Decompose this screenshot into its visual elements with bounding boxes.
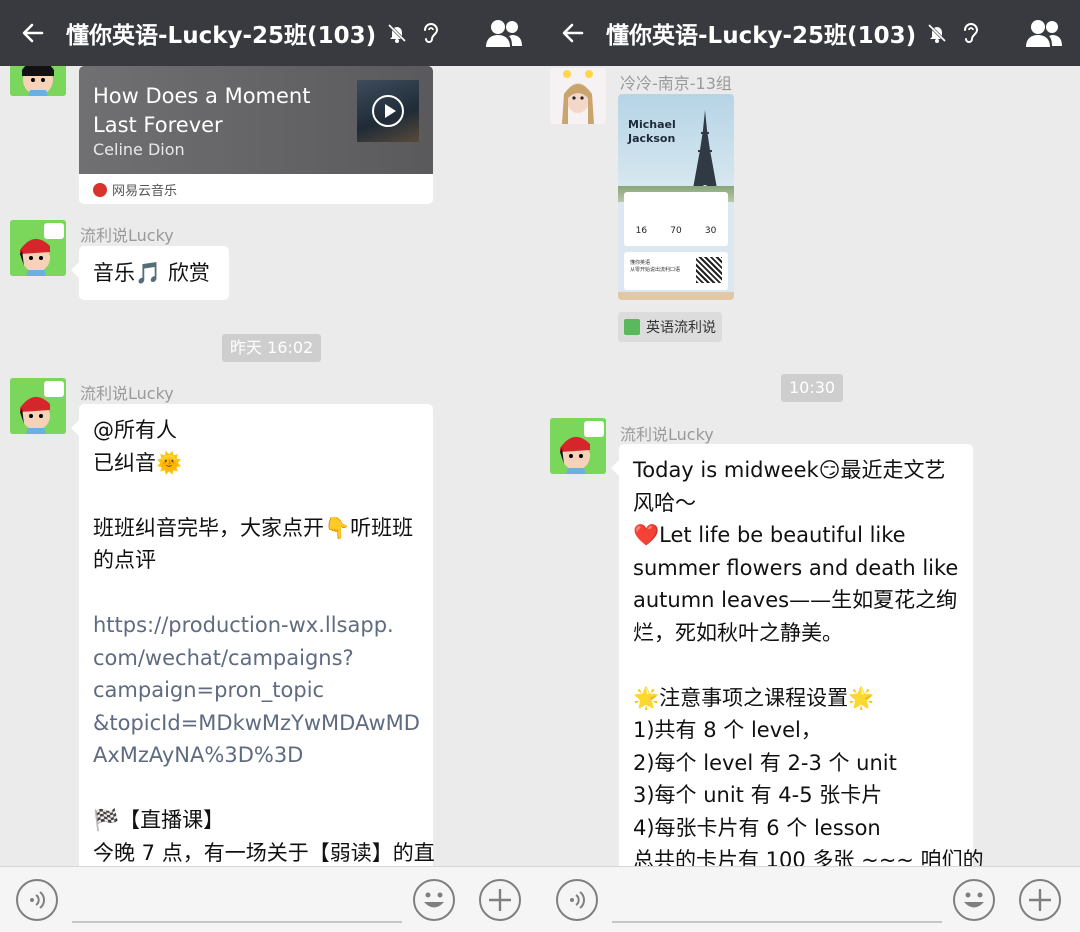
members-button[interactable] [1024,16,1064,50]
back-button[interactable] [540,0,606,66]
message-line: 4)每张卡片有 6 个 lesson [633,815,881,840]
chat-pane-left: 懂你英语-Lucky-25班(103) How Does a Moment La… [0,0,540,932]
input-bar [540,866,1080,932]
avatar[interactable] [550,418,606,474]
avatar[interactable] [10,66,66,96]
music-title: How Does a Moment Last Forever [93,84,311,137]
message-line: ❤️Let life be beautiful like [633,523,906,547]
netease-icon [93,182,107,197]
emoji-button[interactable] [953,879,995,921]
ear-icon [418,20,444,46]
message-line: 🏁【直播课】 [93,808,225,832]
message-list: 冷冷-南京-13组 Michael Jackson 16 70 30 懂你英语 … [540,66,1080,866]
link-line[interactable]: campaign=pron_topic [93,674,419,707]
sender-name: 冷冷-南京-13组 [620,74,732,93]
message-list: How Does a Moment Last Forever Celine Di… [0,66,540,866]
link-line[interactable]: AxMzAyNA%3D%3D [93,739,419,772]
back-button[interactable] [0,0,66,66]
sender-name: 流利说Lucky [80,384,174,403]
message-input[interactable] [612,921,942,923]
chat-header: 懂你英语-Lucky-25班(103) [0,0,540,66]
emoji-icon [424,892,444,908]
shared-poster-image[interactable]: Michael Jackson 16 70 30 懂你英语 从零开始说出流利口语 [618,94,734,300]
message-line: 🌟注意事项之课程设置🌟 [633,685,875,710]
message-line: 烂，死如秋叶之静美。 [633,620,843,645]
message-line: Today is midweek😏最近走文艺 [633,458,946,482]
plus-icon [1029,889,1051,911]
bell-off-icon [384,20,410,46]
message-line: 今晚 7 点，有一场关于【弱读】的直 [93,840,435,865]
poster-stats-card [624,192,728,246]
avatar[interactable] [10,220,66,276]
message-bubble[interactable]: 音乐🎵 欣赏 [71,246,229,300]
message-line: 班班纠音完毕，大家点开👇听班班 [93,515,414,540]
message-text: 音乐🎵 欣赏 [93,261,210,285]
arrow-left-icon [562,23,584,43]
source-tag[interactable]: 英语流利说 [618,312,722,342]
music-share-card[interactable]: How Does a Moment Last Forever Celine Di… [79,66,433,204]
poster-promo-text: 懂你英语 从零开始说出流利口语 [630,260,681,273]
message-line: 3)每个 unit 有 4-5 张卡片 [633,783,883,807]
music-artist: Celine Dion [93,140,185,159]
ear-icon [958,20,984,46]
more-button[interactable] [1019,879,1061,921]
message-line: @所有人 [93,418,177,442]
emoji-button[interactable] [413,879,455,921]
message-line: 1)共有 8 个 level， [633,718,822,742]
link-line[interactable]: &topicId=MDkwMzYwMDAwMD [93,707,420,740]
poster-heading: Michael Jackson [628,118,676,145]
chat-header: 懂你英语-Lucky-25班(103) [540,0,1080,66]
liulishuo-icon [624,319,640,335]
avatar[interactable] [10,378,66,434]
play-icon[interactable] [372,95,404,127]
message-line: summer flowers and death like [633,555,959,580]
timestamp: 昨天 16:02 [222,334,322,362]
members-button[interactable] [484,16,524,50]
sender-name: 流利说Lucky [80,226,174,245]
message-bubble[interactable]: Today is midweek😏最近走文艺 风哈～ ❤️Let life be… [611,444,984,866]
message-line: 已纠音🌞 [93,450,183,475]
arrow-left-icon [22,23,44,43]
message-input[interactable] [72,921,402,923]
message-line: 2)每个 level 有 2-3 个 unit [633,750,897,775]
bell-off-icon [924,20,950,46]
eiffel-tower-icon [692,110,718,194]
chat-title: 懂你英语-Lucky-25班(103) [66,23,377,49]
more-button[interactable] [479,879,521,921]
poster-stats: 16 70 30 [635,226,717,236]
timestamp: 10:30 [781,374,844,402]
link-line[interactable]: com/wechat/campaigns? [93,642,419,675]
message-line: autumn leaves——生如夏花之绚 [633,588,958,612]
message-line: 风哈～ [633,490,696,515]
sender-name: 流利说Lucky [620,425,714,444]
chat-pane-right: 懂你英语-Lucky-25班(103) 冷冷-南京-13组 Michael Ja… [540,0,1080,932]
voice-icon [570,891,585,909]
input-bar [0,866,540,932]
avatar[interactable] [550,68,606,124]
people-icon [486,20,522,47]
voice-button[interactable] [16,879,58,921]
plus-icon [489,889,511,911]
people-icon [1026,20,1062,47]
qr-code [696,257,722,283]
link-line[interactable]: https://production-wx.llsapp. [93,609,419,642]
voice-icon [30,891,45,909]
message-bubble[interactable]: @所有人 已纠音🌞 班班纠音完毕，大家点开👇听班班 的点评 https://pr… [71,404,435,866]
message-line: 的点评 [93,548,156,572]
music-source: 网易云音乐 [93,180,177,199]
message-line: 总共的卡片有 100 多张 ~~~ 咱们的 [633,848,984,866]
chat-title: 懂你英语-Lucky-25班(103) [606,23,917,49]
voice-button[interactable] [556,879,598,921]
emoji-icon [964,892,984,908]
